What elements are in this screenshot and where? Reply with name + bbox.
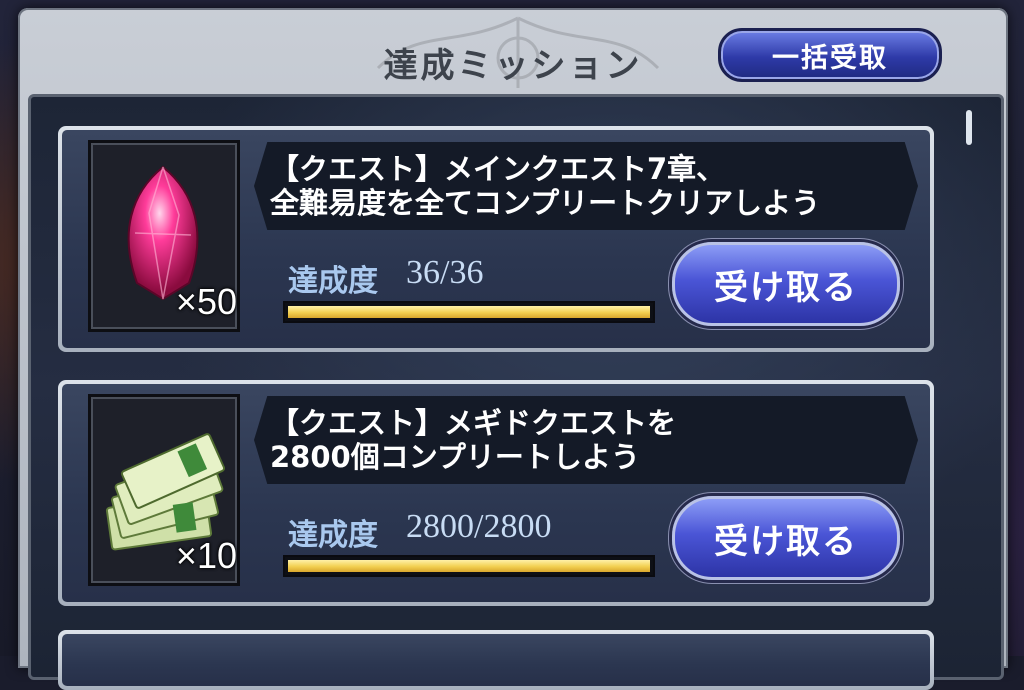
progress-value: 36/36: [406, 254, 484, 291]
progress-bar: [283, 301, 655, 323]
reward-item[interactable]: ×50: [88, 140, 240, 332]
reward-quantity: ×10: [175, 535, 237, 576]
receive-button[interactable]: 受け取る: [672, 496, 900, 580]
reward-item[interactable]: ×10: [88, 394, 240, 586]
progress-bar-fill: [288, 306, 650, 318]
scrollbar[interactable]: [966, 110, 972, 145]
receive-button[interactable]: 受け取る: [672, 242, 900, 326]
mission-description: 【クエスト】メインクエスト7章、 全難易度を全てコンプリートクリアしよう: [270, 152, 821, 220]
progress-bar: [283, 555, 655, 577]
mission-card: [58, 630, 934, 690]
progress-label: 達成度: [288, 518, 378, 553]
mission-card: ×10 【クエスト】メギドクエストを 2800個コンプリートしよう 達成度 28…: [58, 380, 934, 606]
progress-label: 達成度: [288, 264, 378, 299]
progress-value: 2800/2800: [406, 508, 552, 545]
claim-all-button[interactable]: 一括受取: [718, 28, 942, 82]
mission-description: 【クエスト】メギドクエストを 2800個コンプリートしよう: [270, 406, 677, 474]
mission-card: ×50 【クエスト】メインクエスト7章、 全難易度を全てコンプリートクリアしよう…: [58, 126, 934, 352]
reward-quantity: ×50: [175, 281, 237, 322]
progress-bar-fill: [288, 560, 650, 572]
